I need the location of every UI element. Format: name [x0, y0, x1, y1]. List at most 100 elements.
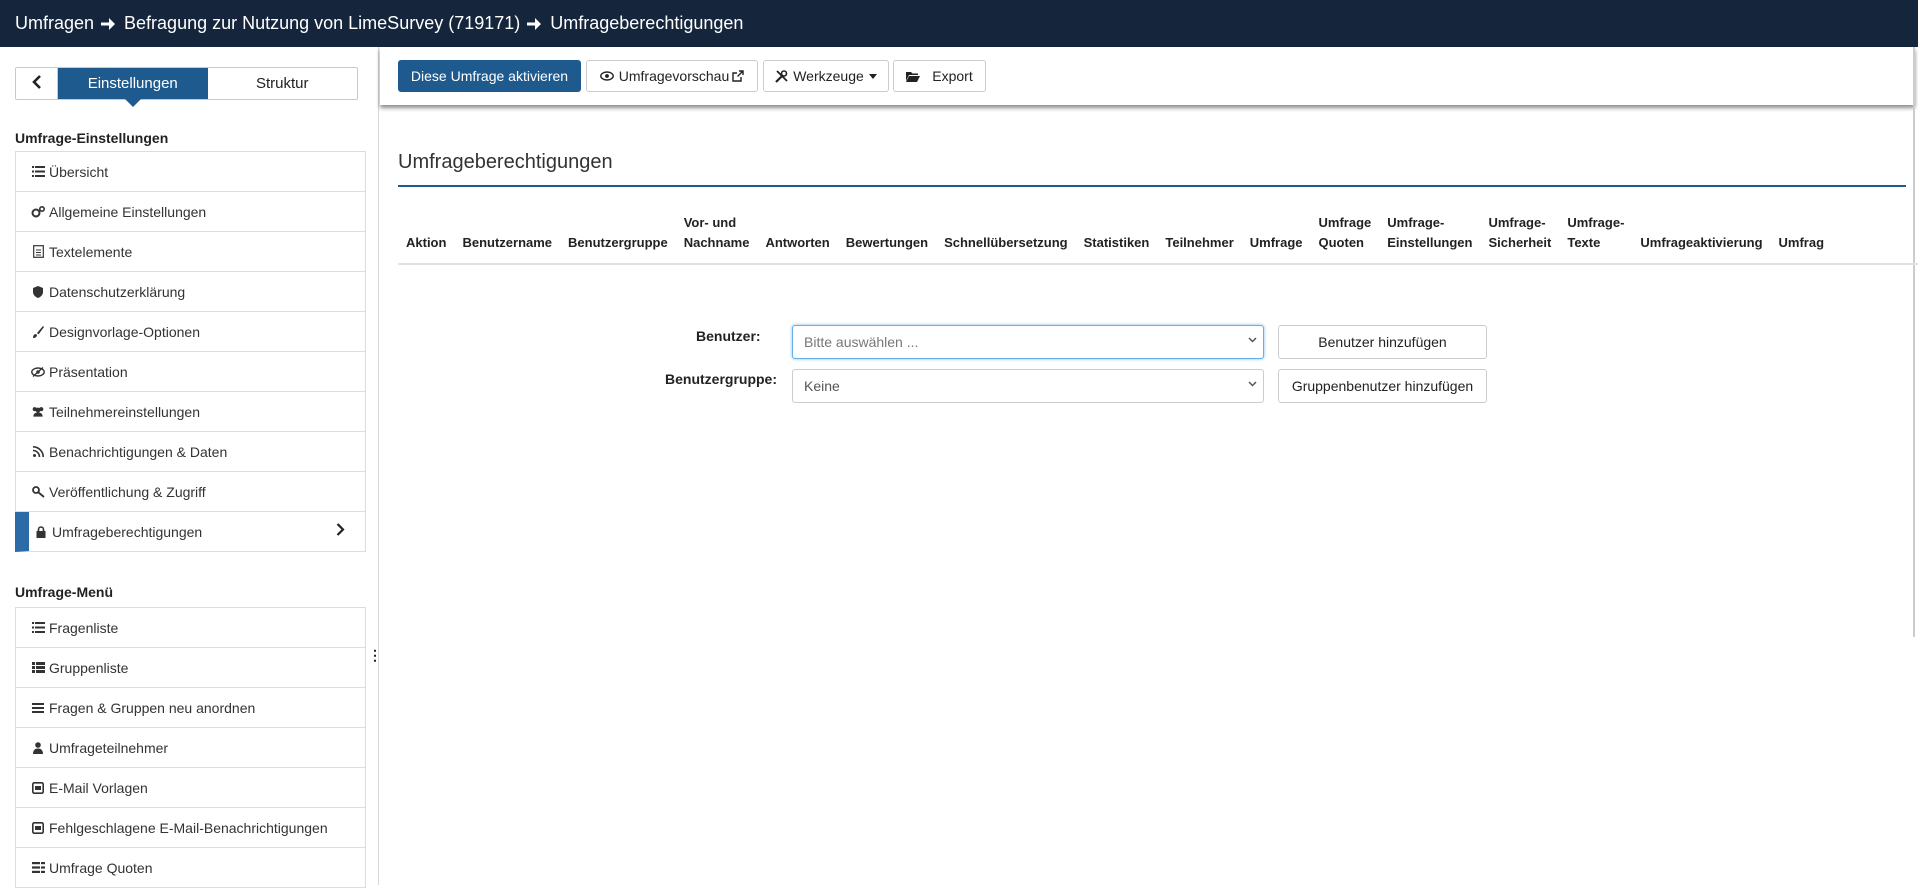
key-icon — [31, 485, 45, 498]
sidebar-item-participant-settings[interactable]: Teilnehmereinstellungen — [15, 392, 366, 432]
column-header-line: Nachname — [683, 235, 750, 250]
top-navbar: Umfragen Befragung zur Nutzung von LimeS… — [0, 0, 1918, 47]
sidebar-item-label: Fragen & Gruppen neu anordnen — [49, 699, 256, 716]
sidebar-item-reorder[interactable]: Fragen & Gruppen neu anordnen — [15, 688, 366, 728]
column-header: Vor- und Nachname — [676, 213, 758, 262]
sidebar-item-presentation[interactable]: Präsentation — [15, 352, 366, 392]
sidebar-item-general-settings[interactable]: Allgemeine Einstellungen — [15, 192, 366, 232]
survey-preview-button[interactable]: Umfragevorschau — [586, 60, 758, 92]
paint-brush-icon — [31, 325, 45, 338]
arrow-right-icon — [100, 16, 116, 32]
sidebar-item-email-templates[interactable]: E-Mail Vorlagen — [15, 768, 366, 808]
menu-section-title: Umfrage-Menü — [15, 584, 114, 600]
envelope-square-icon — [31, 821, 45, 834]
sidebar: Einstellungen Struktur Umfrage-Einstellu… — [0, 47, 382, 888]
sidebar-item-failed-emails[interactable]: Fehlgeschlagene E-Mail-Benachrichtigunge… — [15, 808, 366, 848]
sidebar-item-label: Fehlgeschlagene E-Mail-Benachrichtigunge… — [49, 819, 328, 836]
envelope-square-icon — [31, 781, 45, 794]
breadcrumb-surveys[interactable]: Umfragen — [15, 13, 94, 34]
chevron-down-icon — [1248, 379, 1257, 390]
add-user-button[interactable]: Benutzer hinzufügen — [1278, 325, 1487, 359]
settings-section-title: Umfrage-Einstellungen — [15, 130, 169, 146]
column-header-line: Antworten — [765, 235, 830, 250]
column-header-line: Vor- und — [683, 215, 737, 230]
column-header-line: Benutzername — [462, 235, 553, 250]
sidebar-item-label: Gruppenliste — [49, 659, 129, 676]
column-header: Teilnehmer — [1157, 213, 1241, 262]
folder-open-icon — [906, 71, 921, 82]
sidebar-item-quotas[interactable]: Umfrage Quoten — [15, 848, 366, 888]
tools-dropdown-button[interactable]: Werkzeuge — [763, 60, 889, 92]
column-header-line: Bewertungen — [845, 235, 929, 250]
activate-survey-button[interactable]: Diese Umfrage aktivieren — [398, 60, 581, 92]
wrench-icon — [775, 69, 788, 83]
add-group-users-button[interactable]: Gruppenbenutzer hinzufügen — [1278, 369, 1487, 403]
rss-icon — [31, 446, 45, 457]
arrow-right-icon — [526, 16, 542, 32]
main-content: Diese Umfrage aktivieren Umfragevorschau… — [380, 47, 1918, 885]
tab-settings[interactable]: Einstellungen — [58, 68, 208, 107]
user-icon — [31, 741, 45, 754]
vertical-scrollbar[interactable] — [1913, 47, 1915, 637]
breadcrumb-current: Umfrageberechtigungen — [550, 13, 744, 33]
column-header-line: Umfrage- — [1567, 215, 1625, 230]
sidebar-item-label: Datenschutzerklärung — [49, 283, 186, 300]
sidebar-item-label: Teilnehmereinstellungen — [49, 403, 200, 420]
sidebar-item-label: Veröffentlichung & Zugriff — [49, 483, 206, 500]
sidebar-item-label: Umfrage Quoten — [49, 859, 153, 876]
sidebar-item-label: Benachrichtigungen & Daten — [49, 443, 228, 460]
th-list-icon — [31, 662, 45, 673]
column-header: Aktion — [398, 213, 454, 262]
sidebar-item-overview[interactable]: Übersicht — [15, 152, 366, 192]
column-header-line: Benutzergruppe — [568, 235, 668, 250]
user-select[interactable]: Bitte auswählen ... — [792, 325, 1264, 359]
sidebar-item-permissions[interactable]: Umfrageberechtigungen — [15, 512, 366, 552]
column-header: Statistiken — [1076, 213, 1158, 262]
export-button[interactable]: Export — [893, 60, 986, 92]
table-header-divider — [398, 263, 1918, 265]
sidebar-item-notifications[interactable]: Benachrichtigungen & Daten — [15, 432, 366, 472]
settings-menu: Übersicht Allgemeine Einstellungen Texte… — [15, 151, 366, 552]
user-group-select-value: Keine — [804, 378, 840, 394]
sidebar-item-text-elements[interactable]: Textelemente — [15, 232, 366, 272]
caret-down-icon — [868, 73, 877, 79]
sidebar-item-participants[interactable]: Umfrageteilnehmer — [15, 728, 366, 768]
chevron-left-icon — [31, 75, 43, 92]
sidebar-item-group-list[interactable]: Gruppenliste — [15, 648, 366, 688]
sidebar-item-label: Textelemente — [49, 243, 133, 260]
external-link-icon — [732, 70, 744, 82]
title-underline — [398, 185, 1906, 187]
column-header-line: Umfrage — [1249, 235, 1303, 250]
column-header-line: Umfrage — [1318, 215, 1372, 230]
user-group-select[interactable]: Keine — [792, 369, 1264, 403]
column-header-line: Teilnehmer — [1165, 235, 1234, 250]
sidebar-item-question-list[interactable]: Fragenliste — [15, 608, 366, 648]
list-icon — [31, 622, 45, 633]
column-header-line: Einstellungen — [1387, 235, 1473, 250]
tasks-icon — [31, 862, 45, 873]
column-header: Umfrag — [1771, 213, 1833, 262]
sidebar-item-publication[interactable]: Veröffentlichung & Zugriff — [15, 472, 366, 512]
permissions-table: Aktion Benutzername Benutzergruppe Vor- und… — [398, 213, 1832, 262]
sidebar-item-label: Fragenliste — [49, 619, 119, 636]
column-header-line: Schnellübersetzung — [944, 235, 1068, 250]
column-header-line: Umfrag — [1778, 235, 1825, 250]
column-header: Antworten — [757, 213, 837, 262]
user-select-value: Bitte auswählen ... — [804, 334, 919, 350]
sidebar-item-template-options[interactable]: Designvorlage-Optionen — [15, 312, 366, 352]
tab-structure[interactable]: Struktur — [208, 68, 358, 99]
column-header-line: Sicherheit — [1488, 235, 1552, 250]
column-header: Schnellübersetzung — [936, 213, 1076, 262]
breadcrumb-survey[interactable]: Befragung zur Nutzung von LimeSurvey (71… — [124, 13, 520, 34]
column-header: Umfrage — [1242, 213, 1311, 262]
tools-label: Werkzeuge — [793, 68, 864, 84]
bars-icon — [31, 702, 45, 713]
collapse-sidebar-button[interactable] — [16, 68, 58, 99]
column-header-line: Umfrage- — [1387, 215, 1445, 230]
cogs-icon — [31, 205, 45, 218]
sidebar-item-label: Designvorlage-Optionen — [49, 323, 200, 340]
sidebar-item-privacy[interactable]: Datenschutzerklärung — [15, 272, 366, 312]
sidebar-item-label: Übersicht — [49, 163, 109, 180]
eye-slash-icon — [31, 366, 45, 377]
sidebar-item-label: Umfrageteilnehmer — [49, 739, 169, 756]
